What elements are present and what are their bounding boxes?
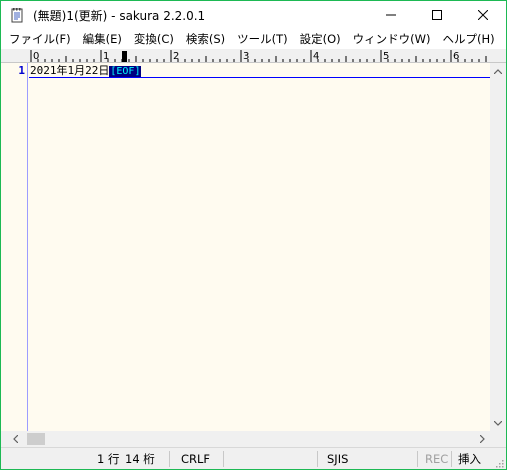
menu-bar: ファイル(F) 編集(E) 変換(C) 検索(S) ツール(T) 設定(O) ウ… (1, 29, 506, 49)
status-encoding[interactable]: SJIS (327, 448, 348, 470)
menu-file[interactable]: ファイル(F) (3, 29, 77, 49)
edit-area[interactable]: 1 2021年1月22日[EOF] (1, 63, 490, 431)
chevron-down-icon (494, 420, 502, 426)
text-line[interactable]: 2021年1月22日[EOF] (30, 64, 142, 77)
status-separator (451, 451, 452, 467)
maximize-button[interactable] (414, 1, 460, 29)
chevron-right-icon (479, 435, 485, 443)
scroll-down-arrow[interactable] (490, 415, 506, 431)
horizontal-scroll-thumb[interactable] (27, 433, 45, 445)
status-eol[interactable]: CRLF (181, 448, 210, 470)
close-button[interactable] (460, 1, 506, 29)
maximize-icon (432, 10, 442, 20)
scroll-right-arrow[interactable] (474, 431, 490, 447)
status-line[interactable]: 1 行 (97, 448, 119, 470)
title-bar[interactable]: (無題)1(更新) - sakura 2.2.0.1 (1, 1, 506, 29)
menu-settings[interactable]: 設定(O) (294, 29, 347, 49)
menu-tools[interactable]: ツール(T) (231, 29, 294, 49)
status-insert-mode[interactable]: 挿入 (458, 448, 481, 470)
column-ruler[interactable]: 0123456 (1, 49, 506, 63)
status-rec: REC (425, 452, 449, 466)
menu-help[interactable]: ヘルプ(H) (437, 29, 501, 49)
horizontal-scrollbar[interactable] (1, 431, 490, 447)
menu-edit[interactable]: 編集(E) (77, 29, 128, 49)
eof-marker: [EOF] (109, 66, 142, 77)
ruler-cursor-marker (122, 51, 127, 62)
status-separator (317, 451, 318, 467)
ruler-ticks: 0123456 (30, 50, 487, 62)
status-bar: 1 行 14 桁 CRLF SJIS REC 挿入 (1, 447, 506, 469)
line-text: 2021年1月22日 (30, 64, 110, 77)
close-icon (478, 10, 488, 20)
scroll-left-arrow[interactable] (7, 431, 23, 447)
resize-grip-icon[interactable] (494, 457, 504, 468)
menu-window[interactable]: ウィンドウ(W) (347, 29, 437, 49)
menu-convert[interactable]: 変換(C) (128, 29, 180, 49)
minimize-icon (386, 14, 396, 16)
chevron-up-icon (494, 68, 502, 74)
status-column[interactable]: 14 桁 (125, 448, 155, 470)
app-window: (無題)1(更新) - sakura 2.2.0.1 ファイル(F) 編集(E)… (0, 0, 507, 470)
menu-search[interactable]: 検索(S) (180, 29, 231, 49)
line-number: 1 (18, 64, 25, 77)
window-controls (368, 1, 506, 29)
minimize-button[interactable] (368, 1, 414, 29)
chevron-left-icon (12, 435, 18, 443)
notepad-app-icon[interactable] (9, 7, 25, 23)
line-number-gutter: 1 (1, 63, 28, 431)
scroll-up-arrow[interactable] (490, 63, 506, 79)
caret-underline (29, 77, 490, 78)
scrollbar-corner (490, 431, 506, 447)
window-title: (無題)1(更新) - sakura 2.2.0.1 (33, 8, 206, 23)
status-separator (417, 451, 418, 467)
vertical-scrollbar[interactable] (490, 63, 506, 431)
status-separator (223, 451, 224, 467)
status-separator (169, 451, 170, 467)
